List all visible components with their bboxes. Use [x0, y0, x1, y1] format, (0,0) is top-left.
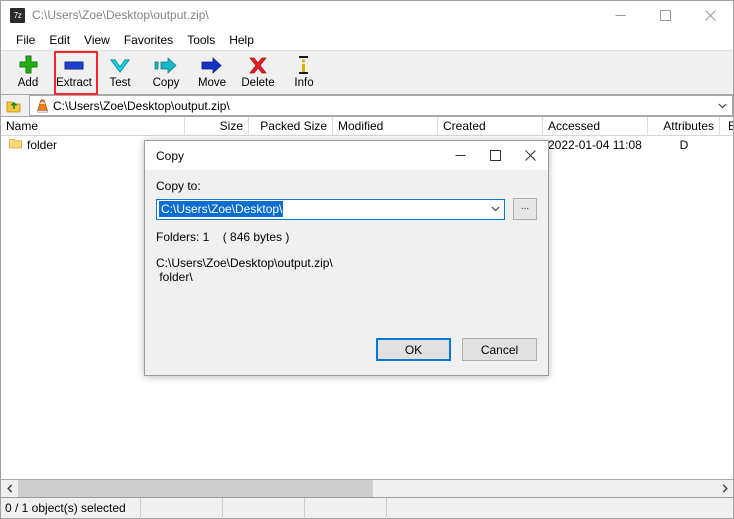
- address-path-text: C:\Users\Zoe\Desktop\output.zip\: [53, 98, 230, 113]
- plus-icon: [5, 54, 51, 76]
- toolbar-label-test: Test: [109, 77, 131, 89]
- minus-icon: [51, 54, 97, 76]
- status-selection-count: 0 / 1 object(s) selected: [1, 497, 141, 519]
- menu-item-tools[interactable]: Tools: [180, 31, 222, 49]
- toolbar-button-info[interactable]: Info: [281, 51, 327, 94]
- dialog-summary: Folders: 1 ( 846 bytes ): [156, 230, 290, 244]
- horizontal-scrollbar[interactable]: [1, 479, 733, 497]
- toolbar-button-copy[interactable]: Copy: [143, 51, 189, 94]
- file-encrypted-cell: -: [720, 136, 733, 154]
- dialog-maximize-icon[interactable]: [478, 141, 513, 170]
- move-arrow-icon: [189, 54, 235, 76]
- seven-zip-window: 7z C:\Users\Zoe\Desktop\output.zip\ File…: [0, 0, 734, 519]
- toolbar-label-move: Move: [197, 77, 227, 89]
- toolbar-label-extract: Extract: [56, 77, 92, 89]
- checkmark-down-icon: [97, 54, 143, 76]
- destination-row: C:\Users\Zoe\Desktop\ ...: [156, 198, 537, 220]
- column-header-accessed[interactable]: Accessed: [543, 117, 648, 135]
- menu-item-view[interactable]: View: [77, 31, 117, 49]
- toolbar-button-extract[interactable]: Extract: [51, 51, 98, 95]
- ok-button[interactable]: OK: [376, 338, 451, 361]
- dialog-buttons: OK Cancel: [376, 338, 537, 361]
- column-header-packed-size[interactable]: Packed Size: [249, 117, 333, 135]
- minimize-icon[interactable]: [598, 1, 643, 30]
- window-titlebar: 7z C:\Users\Zoe\Desktop\output.zip\: [1, 1, 733, 30]
- status-cell-3: [223, 497, 305, 519]
- maximize-icon[interactable]: [643, 1, 688, 30]
- menu-item-favorites[interactable]: Favorites: [117, 31, 180, 49]
- status-bar: 0 / 1 object(s) selected: [1, 497, 733, 519]
- column-header-attributes[interactable]: Attributes: [648, 117, 720, 135]
- browse-button[interactable]: ...: [513, 198, 537, 220]
- destination-value: C:\Users\Zoe\Desktop\: [159, 201, 284, 217]
- up-folder-icon[interactable]: [1, 95, 27, 116]
- info-i-icon: [281, 54, 327, 76]
- toolbar-button-move[interactable]: Move: [189, 51, 235, 94]
- destination-combobox[interactable]: C:\Users\Zoe\Desktop\: [156, 198, 505, 220]
- dialog-close-icon[interactable]: [513, 141, 548, 170]
- copy-arrow-icon: [143, 54, 189, 76]
- menu-item-help[interactable]: Help: [222, 31, 261, 49]
- column-header-size[interactable]: Size: [185, 117, 249, 135]
- chevron-down-icon[interactable]: [486, 206, 504, 212]
- column-headers: Name Size Packed Size Modified Created A…: [1, 117, 733, 136]
- scrollbar-thumb[interactable]: [18, 480, 373, 497]
- dialog-body: Copy to: C:\Users\Zoe\Desktop\ ... Folde…: [145, 170, 548, 375]
- window-title: C:\Users\Zoe\Desktop\output.zip\: [32, 8, 209, 22]
- close-icon[interactable]: [688, 1, 733, 30]
- toolbar-button-delete[interactable]: Delete: [235, 51, 281, 94]
- address-bar: C:\Users\Zoe\Desktop\output.zip\: [1, 95, 733, 117]
- folder-icon: [9, 136, 22, 154]
- address-path-box[interactable]: C:\Users\Zoe\Desktop\output.zip\: [29, 95, 713, 116]
- column-header-created[interactable]: Created: [438, 117, 543, 135]
- dialog-minimize-icon[interactable]: [443, 141, 478, 170]
- dialog-title: Copy: [156, 148, 185, 163]
- menu-item-edit[interactable]: Edit: [42, 31, 77, 49]
- chevron-right-icon[interactable]: [716, 480, 733, 497]
- toolbar-label-add: Add: [17, 77, 39, 89]
- scrollbar-track[interactable]: [18, 480, 716, 497]
- dialog-titlebar: Copy: [145, 141, 548, 170]
- window-controls: [598, 1, 733, 30]
- toolbar-button-add[interactable]: Add: [5, 51, 51, 94]
- status-cell-4: [305, 497, 387, 519]
- file-attributes-cell: D: [679, 138, 689, 152]
- status-cell-2: [141, 497, 223, 519]
- copy-dialog: Copy Copy to: C:\Users\Zoe\Desktop\ ... …: [144, 140, 549, 376]
- toolbar: Add Extract Test Copy Move Delete Info: [1, 50, 733, 95]
- cancel-button[interactable]: Cancel: [462, 338, 537, 361]
- copy-to-label: Copy to:: [156, 179, 201, 193]
- toolbar-button-test[interactable]: Test: [97, 51, 143, 94]
- file-name-text: folder: [27, 138, 58, 152]
- toolbar-label-copy: Copy: [152, 77, 180, 89]
- toolbar-label-info: Info: [294, 77, 314, 89]
- toolbar-label-delete: Delete: [241, 77, 275, 89]
- chevron-left-icon[interactable]: [1, 480, 18, 497]
- file-accessed-cell: 2022-01-04 11:08: [548, 138, 642, 152]
- dialog-window-controls: [443, 141, 548, 170]
- column-header-name[interactable]: Name: [1, 117, 185, 135]
- app-icon: 7z: [10, 7, 25, 23]
- chevron-down-icon[interactable]: [713, 95, 733, 116]
- dialog-paths: C:\Users\Zoe\Desktop\output.zip\ folder\: [156, 256, 333, 284]
- column-header-encrypted[interactable]: Encrypted: [720, 117, 733, 135]
- menu-item-file[interactable]: File: [9, 31, 42, 49]
- vlc-cone-icon: [33, 99, 51, 113]
- column-header-modified[interactable]: Modified: [333, 117, 438, 135]
- status-cell-5: [387, 498, 733, 519]
- delete-x-icon: [235, 54, 281, 76]
- menubar: File Edit View Favorites Tools Help: [1, 30, 733, 50]
